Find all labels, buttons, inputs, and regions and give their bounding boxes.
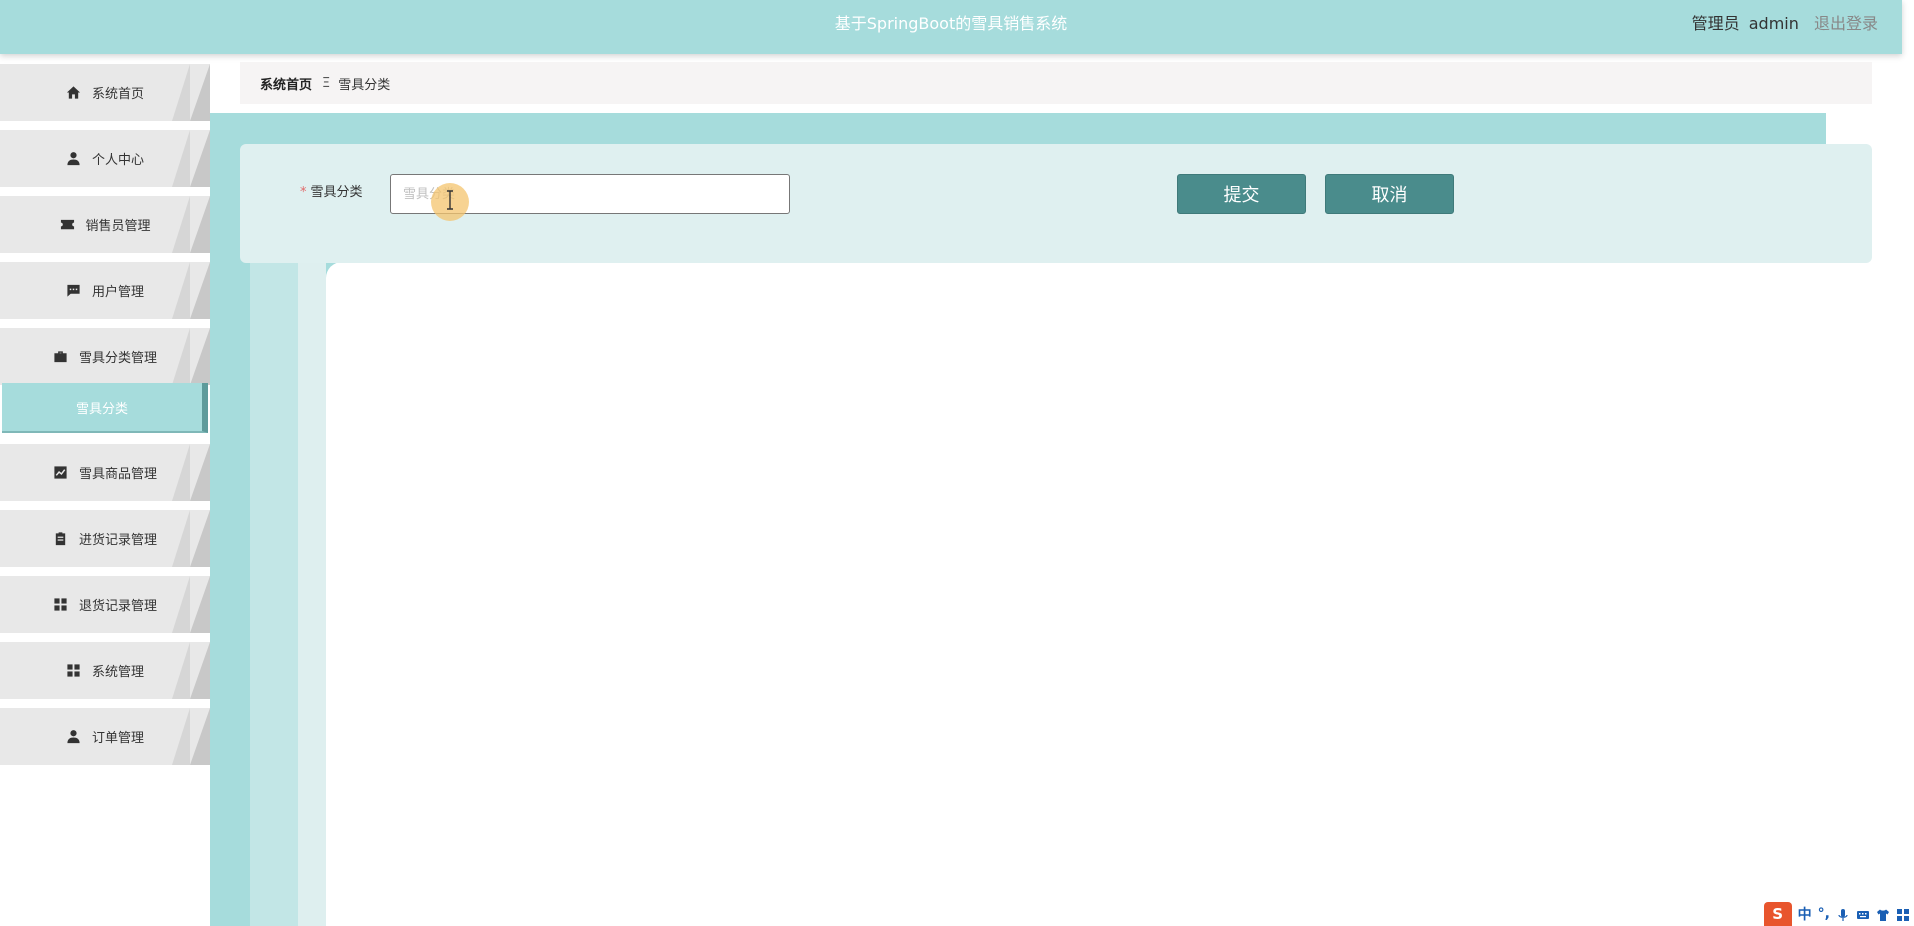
item-decoration (190, 444, 210, 501)
user-role: 管理员 (1691, 14, 1740, 33)
item-decoration (172, 510, 190, 567)
item-decoration (190, 708, 210, 765)
sidebar-item-label: 系统管理 (91, 665, 144, 680)
person-icon (66, 151, 82, 167)
sidebar-item-label: 销售员管理 (85, 219, 151, 234)
item-decoration (172, 64, 190, 121)
sidebar-item-label: 雪具商品管理 (78, 467, 157, 482)
item-decoration (190, 328, 210, 385)
grid-icon (53, 597, 69, 613)
sidebar-item-products[interactable]: 雪具商品管理 (0, 444, 210, 501)
item-decoration (172, 708, 190, 765)
category-input[interactable] (390, 174, 790, 214)
item-decoration (190, 130, 210, 187)
sidebar-item-label: 进货记录管理 (78, 533, 157, 548)
ime-toolbar: S 中 °, (1760, 902, 1914, 926)
content-card (326, 262, 1914, 926)
apps-grid-icon[interactable] (1896, 907, 1910, 921)
breadcrumb-separator: Ξ (322, 75, 331, 91)
item-decoration (172, 262, 190, 319)
item-decoration (172, 642, 190, 699)
item-decoration (190, 642, 210, 699)
sidebar-item-purchase-records[interactable]: 进货记录管理 (0, 510, 210, 567)
shirt-icon[interactable] (1876, 907, 1890, 921)
panel-stripe (298, 262, 326, 926)
sidebar-subitem-category[interactable]: 雪具分类 (2, 383, 208, 433)
item-decoration (172, 328, 190, 385)
sidebar-item-label: 订单管理 (91, 731, 144, 746)
ime-mode[interactable]: 中 (1798, 904, 1812, 924)
user-area: 管理员 admin 退出登录 (1692, 0, 1878, 48)
category-field-label: * 雪具分类 (300, 180, 363, 206)
sidebar-item-users[interactable]: 用户管理 (0, 262, 210, 319)
sidebar-item-label: 用户管理 (91, 285, 144, 300)
ticket-icon (59, 217, 75, 233)
keyboard-icon[interactable] (1856, 907, 1870, 921)
sidebar: 系统首页 个人中心 销售员管理 用户管理 雪具分类管理 雪具分类 雪具商品管理 … (0, 54, 210, 926)
sidebar-item-orders[interactable]: 订单管理 (0, 708, 210, 765)
category-label-text: 雪具分类 (310, 185, 363, 200)
user-name: admin (1748, 14, 1799, 33)
sidebar-item-return-records[interactable]: 退货记录管理 (0, 576, 210, 633)
cancel-button[interactable]: 取消 (1325, 174, 1454, 214)
grid-icon (66, 663, 82, 679)
top-header: 基于SpringBoot的雪具销售系统 管理员 admin 退出登录 (0, 0, 1902, 54)
clipboard-icon (53, 531, 69, 547)
item-decoration (172, 444, 190, 501)
person-icon (66, 729, 82, 745)
breadcrumb-current: 雪具分类 (338, 77, 391, 93)
sidebar-item-home[interactable]: 系统首页 (0, 64, 210, 121)
sidebar-item-salesperson[interactable]: 销售员管理 (0, 196, 210, 253)
chat-icon (66, 283, 82, 299)
item-decoration (190, 64, 210, 121)
ime-punctuation[interactable]: °, (1818, 906, 1830, 922)
sidebar-item-system[interactable]: 系统管理 (0, 642, 210, 699)
sidebar-subitem-label: 雪具分类 (75, 401, 128, 417)
breadcrumb: 系统首页 Ξ 雪具分类 (240, 62, 1872, 104)
item-decoration (172, 196, 190, 253)
item-decoration (190, 196, 210, 253)
microphone-icon[interactable] (1836, 907, 1850, 921)
app-title: 基于SpringBoot的雪具销售系统 (834, 14, 1068, 33)
chart-icon (53, 465, 69, 481)
item-decoration (190, 576, 210, 633)
required-mark: * (300, 185, 307, 200)
breadcrumb-home[interactable]: 系统首页 (260, 74, 312, 93)
home-icon (66, 85, 82, 101)
panel-stripe (250, 262, 298, 926)
sidebar-item-label: 系统首页 (91, 87, 144, 102)
sidebar-item-label: 退货记录管理 (78, 599, 157, 614)
submit-button[interactable]: 提交 (1177, 174, 1306, 214)
item-decoration (172, 130, 190, 187)
sidebar-item-label: 雪具分类管理 (78, 351, 157, 366)
item-decoration (190, 510, 210, 567)
item-decoration (172, 576, 190, 633)
logout-link[interactable]: 退出登录 (1814, 14, 1878, 33)
ime-logo[interactable]: S (1763, 902, 1792, 926)
item-decoration (190, 262, 210, 319)
briefcase-icon (53, 349, 69, 365)
sidebar-item-label: 个人中心 (91, 153, 144, 168)
sidebar-item-category-management[interactable]: 雪具分类管理 (0, 328, 210, 385)
sidebar-item-personal-center[interactable]: 个人中心 (0, 130, 210, 187)
